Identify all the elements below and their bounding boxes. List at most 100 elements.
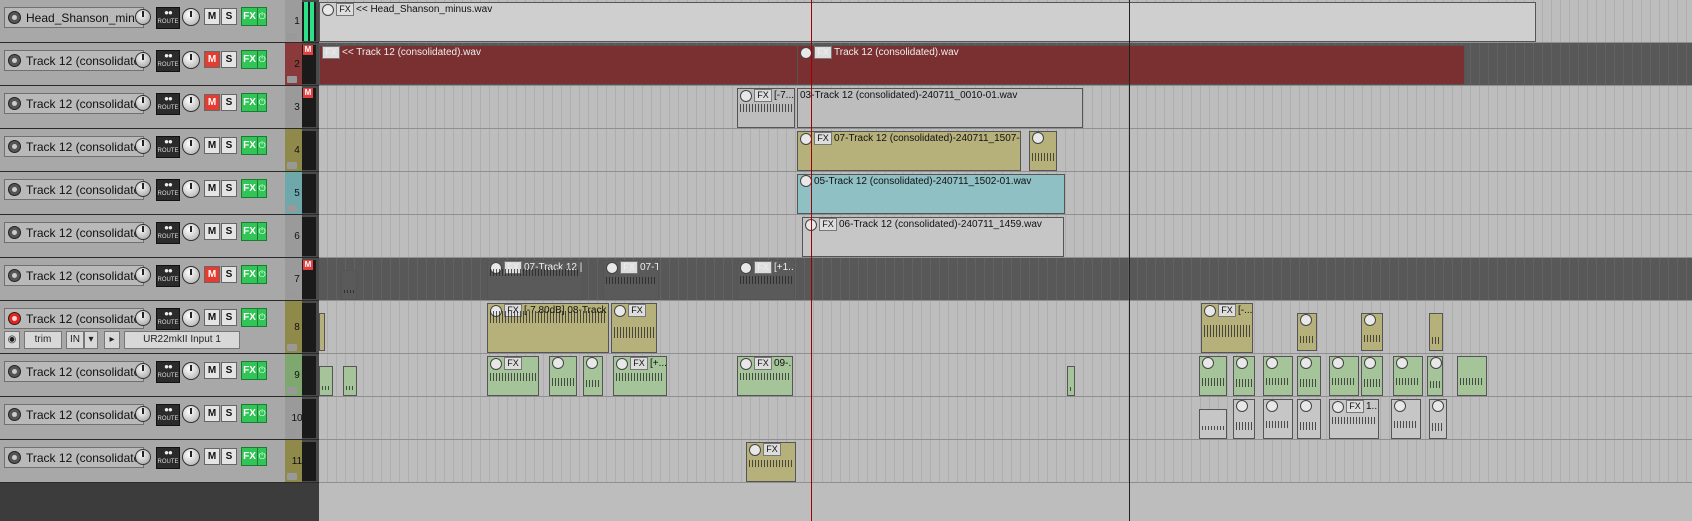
media-item[interactable]: FX Track 12 (consolidated).wav bbox=[797, 45, 1465, 85]
volume-knob[interactable] bbox=[135, 406, 151, 422]
arrange-view[interactable]: FX << Head_Shanson_minus.wav FX << Track 12… bbox=[319, 0, 1692, 521]
fx-button[interactable]: FX bbox=[241, 265, 258, 284]
solo-button[interactable]: S bbox=[221, 309, 237, 326]
media-item[interactable]: FX09-... bbox=[737, 356, 793, 396]
media-item[interactable]: FX 1... bbox=[1329, 399, 1379, 439]
folder-icon[interactable] bbox=[287, 119, 297, 126]
item-fx-button[interactable]: FX bbox=[620, 261, 638, 274]
fx-bypass-button[interactable]: ⏻ bbox=[257, 136, 267, 155]
track-name-field[interactable]: Track 12 (consolidated) bbox=[4, 179, 144, 200]
pan-knob[interactable] bbox=[182, 137, 200, 155]
item-fx-button[interactable]: FX bbox=[754, 89, 772, 102]
media-item[interactable] bbox=[1297, 356, 1321, 396]
input-mode-dropdown-icon[interactable]: ▾ bbox=[84, 331, 98, 349]
volume-knob[interactable] bbox=[135, 138, 151, 154]
item-fx-button[interactable]: FX bbox=[814, 132, 832, 145]
record-arm-button[interactable] bbox=[8, 11, 21, 24]
media-item[interactable]: FX 06-Track 12 (consolidated)-240711_1459… bbox=[802, 217, 1064, 257]
media-item[interactable] bbox=[1429, 313, 1443, 351]
media-item[interactable] bbox=[1391, 399, 1421, 439]
media-item[interactable]: 03-Track 12 (consolidated)-240711_0010-0… bbox=[797, 88, 1083, 128]
track-name-field[interactable]: Track 12 (consolidated) bbox=[4, 93, 144, 114]
fx-bypass-button[interactable]: ⏻ bbox=[257, 361, 267, 380]
item-fx-button[interactable]: FX bbox=[336, 3, 354, 16]
media-item[interactable] bbox=[1199, 356, 1227, 396]
fx-button[interactable]: FX bbox=[241, 136, 258, 155]
monitor-icon[interactable]: ◉ bbox=[4, 331, 20, 349]
route-button[interactable]: ●● ROUTE bbox=[156, 179, 180, 201]
volume-knob[interactable] bbox=[135, 52, 151, 68]
track-name-field[interactable]: Head_Shanson_minus.wav bbox=[4, 7, 144, 28]
fx-button[interactable]: FX bbox=[241, 50, 258, 69]
item-fx-button[interactable]: FX bbox=[814, 46, 832, 59]
folder-icon[interactable] bbox=[287, 291, 297, 298]
item-fx-button[interactable]: FX bbox=[504, 357, 522, 370]
media-item[interactable] bbox=[1263, 356, 1293, 396]
media-item[interactable] bbox=[1029, 131, 1057, 171]
folder-icon[interactable] bbox=[287, 344, 297, 351]
route-button[interactable]: ●● ROUTE bbox=[156, 308, 180, 330]
route-button[interactable]: ●● ROUTE bbox=[156, 93, 180, 115]
item-volume-knob[interactable] bbox=[1432, 400, 1444, 413]
solo-button[interactable]: S bbox=[221, 362, 237, 379]
media-item[interactable]: FX07-Tr... bbox=[603, 260, 659, 300]
item-volume-knob[interactable] bbox=[1332, 357, 1344, 370]
media-item[interactable] bbox=[1429, 399, 1447, 439]
media-item[interactable] bbox=[1457, 356, 1487, 396]
item-volume-knob[interactable] bbox=[740, 261, 752, 274]
route-button[interactable]: ●● ROUTE bbox=[156, 50, 180, 72]
item-volume-knob[interactable] bbox=[740, 89, 752, 102]
item-fx-button[interactable]: FX bbox=[1346, 400, 1364, 413]
pan-knob[interactable] bbox=[182, 266, 200, 284]
track-name-field[interactable]: Track 12 (consolidated) bbox=[4, 447, 144, 468]
item-volume-knob[interactable] bbox=[1204, 304, 1216, 317]
item-volume-knob[interactable] bbox=[490, 357, 502, 370]
fx-bypass-button[interactable]: ⏻ bbox=[257, 447, 267, 466]
pan-knob[interactable] bbox=[182, 180, 200, 198]
media-item[interactable]: FX 07-Track 12 (consolidated)-240711_1507… bbox=[797, 131, 1021, 171]
volume-knob[interactable] bbox=[135, 224, 151, 240]
input-select[interactable]: UR22mkII Input 1 bbox=[124, 331, 240, 349]
item-volume-knob[interactable] bbox=[616, 357, 628, 370]
media-item[interactable] bbox=[343, 366, 357, 396]
pan-knob[interactable] bbox=[182, 309, 200, 327]
media-item[interactable] bbox=[1361, 313, 1383, 351]
route-button[interactable]: ●● ROUTE bbox=[156, 447, 180, 469]
item-volume-knob[interactable] bbox=[1266, 357, 1278, 370]
folder-icon[interactable] bbox=[287, 76, 297, 83]
volume-knob[interactable] bbox=[135, 267, 151, 283]
track-name-field[interactable]: Track 12 (consolidated) bbox=[4, 404, 144, 425]
item-fx-button[interactable]: FX bbox=[763, 443, 781, 456]
mute-button[interactable]: M bbox=[204, 266, 220, 283]
solo-button[interactable]: S bbox=[221, 137, 237, 154]
media-item[interactable] bbox=[1329, 356, 1359, 396]
volume-knob[interactable] bbox=[135, 363, 151, 379]
solo-button[interactable]: S bbox=[221, 94, 237, 111]
item-volume-knob[interactable] bbox=[1032, 132, 1044, 145]
fx-bypass-button[interactable]: ⏻ bbox=[257, 50, 267, 69]
folder-icon[interactable] bbox=[287, 33, 297, 40]
trim-button[interactable]: trim bbox=[24, 331, 62, 349]
mute-button[interactable]: M bbox=[204, 448, 220, 465]
item-fx-button[interactable]: FX bbox=[754, 357, 772, 370]
mute-button[interactable]: M bbox=[204, 94, 220, 111]
media-item[interactable] bbox=[1233, 356, 1255, 396]
fx-button[interactable]: FX bbox=[241, 447, 258, 466]
item-volume-knob[interactable] bbox=[1236, 357, 1248, 370]
solo-button[interactable]: S bbox=[221, 448, 237, 465]
route-button[interactable]: ●● ROUTE bbox=[156, 222, 180, 244]
item-volume-knob[interactable] bbox=[322, 3, 334, 16]
pan-knob[interactable] bbox=[182, 51, 200, 69]
media-item[interactable] bbox=[1361, 356, 1383, 396]
media-item[interactable] bbox=[1263, 399, 1293, 439]
track-lane-11[interactable] bbox=[319, 440, 1692, 483]
record-arm-button[interactable] bbox=[8, 140, 21, 153]
media-item[interactable]: FX bbox=[611, 303, 657, 353]
fx-bypass-button[interactable]: ⏻ bbox=[257, 404, 267, 423]
media-item[interactable] bbox=[549, 356, 577, 396]
volume-knob[interactable] bbox=[135, 95, 151, 111]
mute-button[interactable]: M bbox=[204, 405, 220, 422]
fx-button[interactable]: FX bbox=[241, 93, 258, 112]
media-item[interactable]: FX bbox=[746, 442, 796, 482]
media-item[interactable] bbox=[1427, 356, 1443, 396]
